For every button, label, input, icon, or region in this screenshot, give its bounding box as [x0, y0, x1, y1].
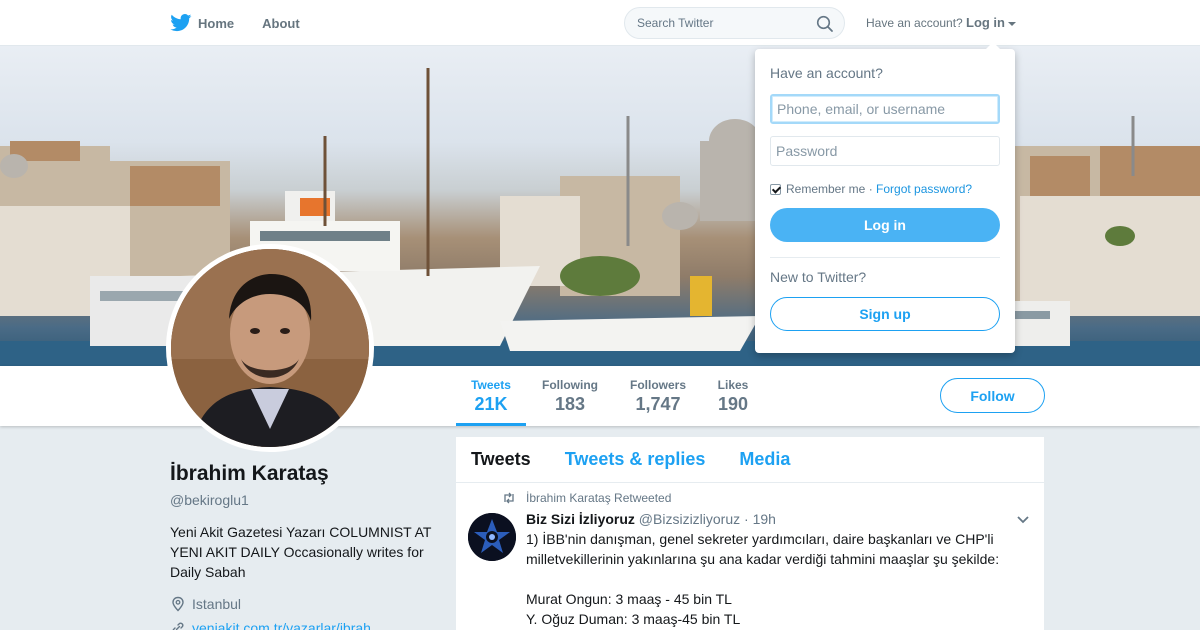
stat-following[interactable]: Following 183: [538, 378, 602, 415]
profile-info-column: İbrahim Karataş @bekiroglu1 Yeni Akit Ga…: [170, 462, 440, 630]
tweet-text-line: Murat Ongun: 3 maaş - 45 bin TL: [526, 591, 732, 607]
timeline-tabs: Tweets Tweets & replies Media: [456, 437, 1044, 483]
stat-likes-label: Likes: [717, 378, 749, 392]
new-to-twitter-text: New to Twitter?: [770, 269, 867, 285]
tweet-timestamp[interactable]: · 19h: [744, 511, 776, 527]
search-icon[interactable]: [816, 15, 834, 33]
profile-bio: Yeni Akit Gazetesi Yazarı COLUMNIST AT Y…: [170, 524, 432, 580]
twitter-bird-icon: [170, 14, 192, 32]
stat-tweets-value: 21K: [474, 394, 508, 414]
tweet-header: Biz Sizi İzliyoruz @Bizsizizliyoruz · 19…: [526, 511, 776, 527]
link-icon: [172, 622, 184, 630]
stat-following-value: 183: [554, 394, 586, 414]
stat-tweets-label: Tweets: [471, 378, 511, 392]
stat-tweets[interactable]: Tweets 21K: [456, 378, 526, 426]
tweet-text: 1) İBB'nin danışman, genel sekreter yard…: [526, 529, 1026, 629]
profile-avatar[interactable]: [166, 244, 374, 452]
remember-me-label[interactable]: Remember me ·: [786, 182, 873, 196]
dropdown-arrow: [985, 42, 1001, 50]
search-input[interactable]: [625, 8, 805, 38]
stat-followers-label: Followers: [629, 378, 686, 392]
tweet-author-avatar-graphic: [468, 513, 516, 561]
profile-location: Istanbul: [170, 596, 440, 612]
login-dropdown-toggle[interactable]: Log in: [966, 15, 1016, 30]
tab-tweets[interactable]: Tweets: [471, 449, 531, 470]
retweet-icon: [504, 492, 514, 504]
login-dropdown-title: Have an account?: [770, 65, 883, 81]
login-link-label: Log in: [966, 15, 1005, 30]
profile-website-text: yeniakit.com.tr/yazarlar/ibrah...: [192, 620, 383, 630]
nav-home-link[interactable]: Home: [170, 14, 234, 32]
tweet-author-handle[interactable]: @Bizsizizliyoruz: [639, 511, 740, 527]
have-account-text: Have an account?: [866, 16, 963, 30]
remember-me-row: Remember me · Forgot password?: [770, 182, 1000, 196]
profile-name[interactable]: İbrahim Karataş: [170, 462, 440, 486]
tweet-author-name[interactable]: Biz Sizi İzliyoruz: [526, 511, 635, 527]
chevron-down-icon[interactable]: [1016, 515, 1030, 525]
tweet-author-avatar[interactable]: [468, 513, 516, 561]
location-pin-icon: [172, 596, 184, 612]
tab-tweets-and-replies[interactable]: Tweets & replies: [565, 449, 706, 470]
nav-left: Home About: [170, 0, 328, 46]
profile-location-text: Istanbul: [192, 596, 242, 612]
top-navigation-bar: Home About Have an account? Log in: [0, 0, 1200, 46]
nav-about-link[interactable]: About: [262, 16, 300, 31]
nav-home-label: Home: [198, 15, 235, 31]
signup-button[interactable]: Sign up: [770, 297, 1000, 331]
retweet-context: İbrahim Karataş Retweeted: [502, 491, 671, 505]
nav-about-label: About: [262, 15, 300, 31]
tweet-text-line: Y. Oğuz Duman: 3 maaş-45 bin TL: [526, 611, 741, 627]
follow-button[interactable]: Follow: [940, 378, 1045, 413]
stat-following-label: Following: [542, 378, 598, 392]
stat-followers[interactable]: Followers 1,747: [624, 378, 692, 415]
stat-likes[interactable]: Likes 190: [712, 378, 754, 415]
tab-media[interactable]: Media: [739, 449, 790, 470]
remember-me-checkbox[interactable]: [770, 183, 781, 195]
forgot-password-link[interactable]: Forgot password?: [876, 182, 972, 196]
login-button[interactable]: Log in: [770, 208, 1000, 242]
retweet-context-text[interactable]: İbrahim Karataş Retweeted: [526, 491, 671, 505]
stat-likes-value: 190: [717, 394, 749, 414]
tweet-text-line: 1) İBB'nin danışman, genel sekreter yard…: [526, 531, 1000, 567]
avatar-portrait-illustration: [171, 249, 369, 447]
tweet-text-line: [526, 569, 1026, 589]
password-input[interactable]: [770, 136, 1000, 166]
timeline-panel: Tweets Tweets & replies Media İbrahim Ka…: [456, 437, 1044, 630]
stat-followers-value: 1,747: [635, 394, 681, 414]
login-dropdown: Have an account? Remember me · Forgot pa…: [755, 42, 1015, 353]
divider: [770, 257, 1000, 258]
username-input[interactable]: [770, 94, 1000, 124]
profile-website-link[interactable]: yeniakit.com.tr/yazarlar/ibrah...: [170, 620, 440, 630]
search-box: [624, 7, 845, 39]
caret-down-icon: [1008, 21, 1016, 26]
profile-handle[interactable]: @bekiroglu1: [170, 492, 440, 508]
